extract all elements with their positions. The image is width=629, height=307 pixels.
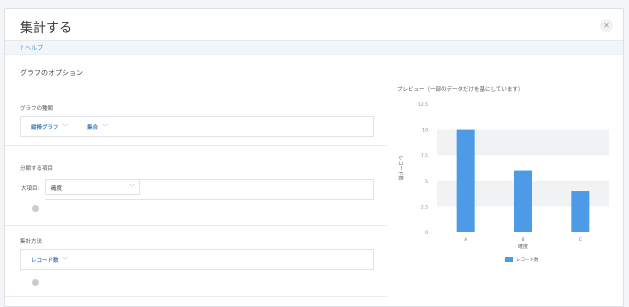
chart-bar — [456, 129, 475, 232]
help-bar: ? ヘルプ — [5, 41, 623, 55]
classify-label: 分類する項目 — [20, 166, 54, 172]
y-tick-label: 7.5 — [421, 153, 428, 159]
aggregate-select[interactable]: レコード数 — [31, 256, 59, 264]
legend-swatch — [505, 257, 513, 262]
legend-label: レコード数 — [516, 256, 539, 263]
x-tick-label: C — [579, 237, 582, 243]
graph-type-label: グラフの種類 — [20, 106, 54, 112]
divider — [5, 225, 387, 226]
options-panel: グラフのオプション グラフの種類 縦棒グラフ ﹀ 集合 ﹀ 分類する項目 大項目… — [5, 56, 387, 306]
preview-chart: 02.557.51012.5レコード数A B C確度レコード数 — [397, 102, 609, 263]
dialog-titlebar: 集計する ✕ — [5, 9, 623, 41]
major-item-select[interactable]: 確度 ﹀ — [45, 179, 140, 195]
chevron-down-icon[interactable]: ﹀ — [102, 122, 108, 131]
divider — [5, 145, 387, 146]
y-tick-label: 5 — [425, 179, 428, 185]
graph-mode-select[interactable]: 集合 — [87, 123, 98, 131]
aggregate-label: 集計方法 — [20, 239, 43, 245]
add-circle-icon[interactable] — [32, 205, 39, 212]
major-item-value: 確度 — [51, 186, 63, 192]
y-tick-label: 12.5 — [418, 102, 428, 108]
help-link[interactable]: ? ヘルプ — [20, 43, 43, 52]
add-circle-icon[interactable] — [32, 279, 39, 286]
y-axis-label: レコード数 — [397, 155, 404, 180]
preview-panel: プレビュー（一部のデータだけを基にしています） 0 2.5 5 7.5 10 12.5 レコ… — [387, 56, 623, 306]
chevron-down-icon[interactable]: ﹀ — [62, 255, 68, 264]
major-item-label: 大項目: — [21, 186, 40, 192]
x-tick-label: B — [521, 237, 524, 243]
divider — [5, 296, 387, 297]
preview-title: プレビュー（一部のデータだけを基にしています） — [397, 87, 524, 93]
y-tick-label: 2.5 — [421, 204, 428, 210]
x-tick-label: A — [464, 237, 468, 243]
y-tick-label: 0 — [425, 230, 428, 236]
dialog-title: 集計する — [20, 21, 73, 36]
aggregate-dialog: 集計する ✕ ? ヘルプ グラフのオプション グラフの種類 縦棒グラフ ﹀ 集合… — [4, 8, 624, 307]
graph-type-box: 縦棒グラフ ﹀ 集合 ﹀ — [20, 116, 374, 137]
y-tick-label: 10 — [422, 128, 428, 134]
chevron-down-icon: ﹀ — [128, 184, 135, 191]
chevron-down-icon[interactable]: ﹀ — [62, 122, 68, 131]
close-icon[interactable]: ✕ — [600, 19, 613, 32]
chart-bar — [571, 191, 590, 232]
aggregate-box: レコード数 ﹀ — [20, 249, 374, 270]
chart-bar — [514, 170, 532, 232]
graph-type-select[interactable]: 縦棒グラフ — [31, 123, 59, 131]
options-heading: グラフのオプション — [20, 69, 83, 77]
x-axis-label: 確度 — [518, 243, 528, 250]
